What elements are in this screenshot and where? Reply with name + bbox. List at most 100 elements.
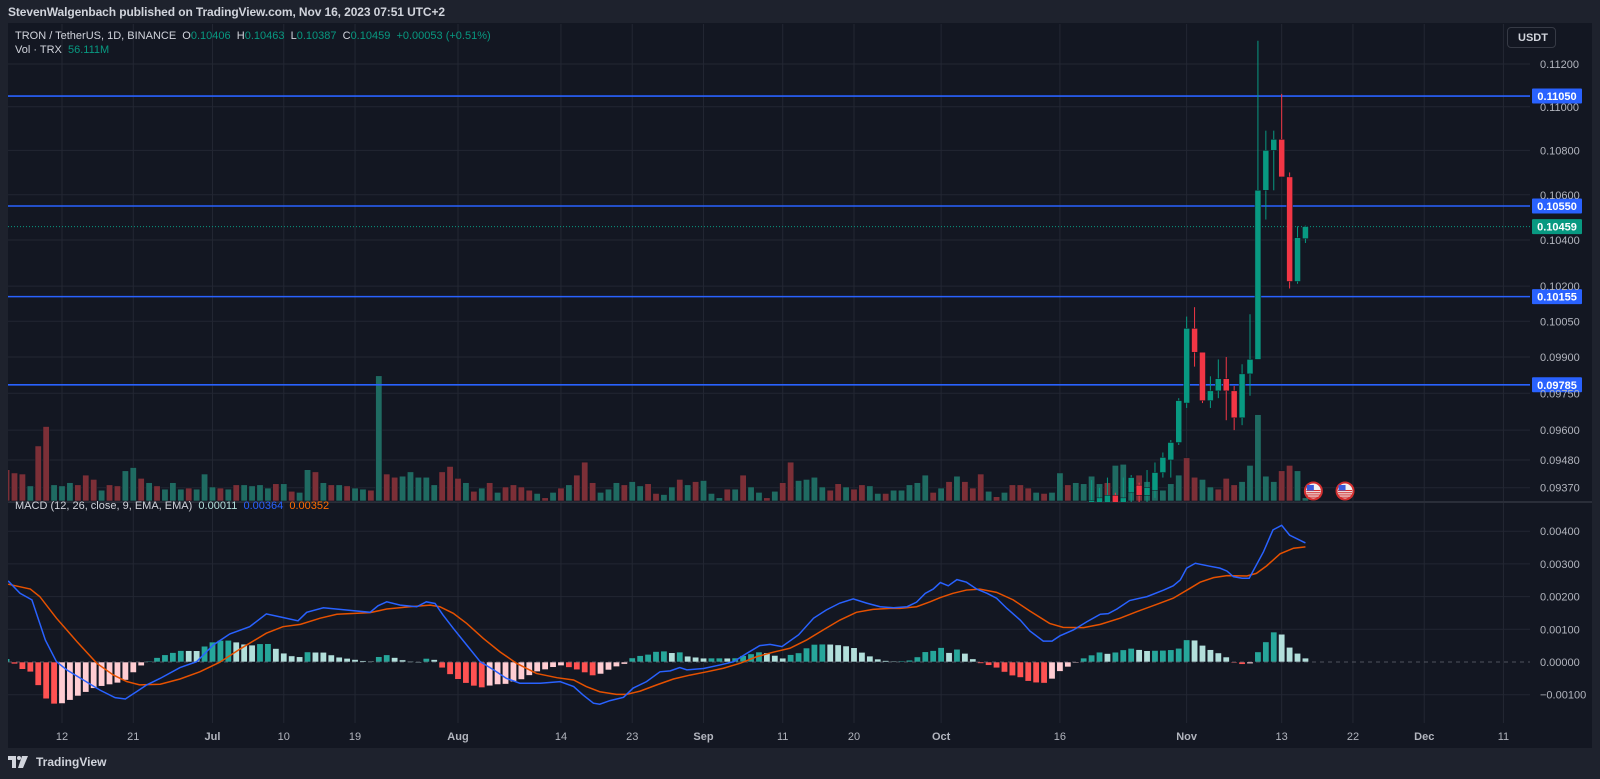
volume-bar <box>304 469 312 502</box>
macd-histogram-bar <box>422 658 430 663</box>
volume-bar <box>74 484 82 502</box>
macd-axis-label: 0.00300 <box>1540 559 1580 571</box>
volume-bar <box>248 485 256 502</box>
volume-bar <box>858 484 866 502</box>
macd-histogram-bar <box>787 654 795 663</box>
macd-histogram-bar <box>82 661 90 693</box>
macd-histogram-bar <box>1135 649 1143 663</box>
volume-bar <box>1238 481 1246 502</box>
macd-axis-label: 0.00100 <box>1540 624 1580 636</box>
macd-histogram-bar <box>169 652 177 663</box>
macd-histogram-bar <box>953 648 961 663</box>
macd-histogram-bar <box>34 661 42 686</box>
chart-canvas[interactable]: 0.110500.105500.101550.097850.10459 12 21… <box>0 0 1600 779</box>
macd-legend[interactable]: MACD (12, 26, close, 9, EMA, EMA) 0.0001… <box>15 500 329 512</box>
volume-bar <box>969 487 977 502</box>
macd-histogram-bar <box>692 656 700 663</box>
volume-bar <box>581 461 589 502</box>
volume-bar <box>676 479 684 502</box>
volume-bar <box>42 426 50 502</box>
macd-histogram-bar <box>121 661 129 681</box>
macd-histogram-bar <box>216 640 224 663</box>
candle <box>1191 307 1198 367</box>
macd-histogram-bar <box>446 661 454 675</box>
volume-bar <box>272 483 280 502</box>
candle-body <box>1294 237 1301 282</box>
volume-bar <box>763 497 771 502</box>
volume-bar <box>430 484 438 502</box>
time-axis-label: 11 <box>777 731 788 743</box>
volume-bar <box>509 484 517 502</box>
volume-bar <box>795 480 803 502</box>
macd-histogram-bar <box>296 656 304 663</box>
open-label: O <box>182 30 191 42</box>
price-axis-label: 0.09480 <box>1540 455 1580 467</box>
macd-histogram-bar <box>549 661 557 668</box>
candle-body <box>1183 328 1190 404</box>
macd-histogram-bar <box>660 650 668 663</box>
macd-histogram-bar <box>438 661 446 669</box>
axes[interactable]: 12 21 Jul 10 19 Aug 14 23 Sep 11 20 Oct 16 Nov 13 22 Dec… <box>56 59 1586 743</box>
time-axis-label: Aug <box>447 731 468 743</box>
symbol-name[interactable]: TRON / TetherUS, 1D, BINANCE <box>15 30 176 42</box>
candle <box>1159 452 1167 478</box>
macd-histogram-bar <box>985 661 993 666</box>
volume-bar <box>10 472 18 502</box>
us-flag-icon[interactable] <box>1335 481 1355 501</box>
macd-histogram-bar <box>177 650 185 663</box>
price-axis-label: 0.10600 <box>1540 190 1580 202</box>
macd-axis-label: 0.00200 <box>1540 592 1580 604</box>
event-markers[interactable] <box>1303 481 1355 501</box>
volume-bar <box>1191 476 1199 502</box>
volume-legend[interactable]: Vol · TRX 56.111M <box>15 44 109 56</box>
price-axis-label: 0.10050 <box>1540 316 1580 328</box>
symbol-legend[interactable]: TRON / TetherUS, 1D, BINANCE O0.10406 H0… <box>15 30 491 42</box>
macd-histogram-bar <box>1262 641 1270 663</box>
volume-bar <box>406 471 414 502</box>
price-axis-label: 0.10200 <box>1540 281 1580 293</box>
candle-body <box>1112 495 1119 502</box>
macd-histogram-bar <box>589 661 597 676</box>
macd-signal-line <box>8 546 1306 696</box>
macd-histogram-bar <box>604 661 612 671</box>
macd-histogram-bar <box>1127 648 1135 663</box>
macd-histogram-bar <box>502 661 510 685</box>
candle-body <box>1270 139 1278 151</box>
candle-body <box>1167 442 1175 461</box>
macd-histogram-bar <box>1048 661 1056 680</box>
volume-bar <box>826 489 834 502</box>
volume-bar <box>723 488 731 502</box>
volume-bar <box>818 486 826 502</box>
volume-bar <box>1032 492 1040 502</box>
macd-histogram-bar <box>1000 661 1008 673</box>
candle <box>1215 359 1222 399</box>
macd-axis-label: 0.00000 <box>1540 657 1580 669</box>
price-axis-label: 0.09750 <box>1540 388 1580 400</box>
volume-bar <box>541 497 549 502</box>
macd-histogram-bar <box>1191 639 1199 663</box>
time-axis-label: 19 <box>349 731 361 743</box>
macd-histogram-bar <box>343 658 351 663</box>
us-flag-icon[interactable] <box>1303 481 1323 501</box>
volume-bar <box>311 471 319 502</box>
macd-histogram-bar <box>858 652 866 663</box>
currency-button[interactable]: USDT <box>1507 27 1556 48</box>
volume-bar <box>533 493 541 502</box>
time-axis-label: 20 <box>848 731 860 743</box>
macd-axis-label: 0.00400 <box>1540 526 1580 538</box>
macd-histogram-bar <box>1151 650 1159 663</box>
macd-histogram-bar <box>1111 651 1119 663</box>
candle-body <box>1191 328 1198 353</box>
volume-bar <box>557 487 565 502</box>
price-axis-label: 0.10800 <box>1540 145 1580 157</box>
volume-bar <box>1000 492 1008 502</box>
candle-body <box>1199 351 1206 401</box>
macd-signal-value: 0.00352 <box>289 500 330 512</box>
candle <box>1294 226 1301 284</box>
volume-bar <box>438 471 446 502</box>
volume-bar <box>129 467 137 502</box>
macd-histogram-bar <box>129 661 137 673</box>
candle-body <box>1302 226 1309 239</box>
macd-label: MACD (12, 26, close, 9, EMA, EMA) <box>15 500 193 512</box>
footer-brand[interactable]: TradingView <box>8 755 106 769</box>
